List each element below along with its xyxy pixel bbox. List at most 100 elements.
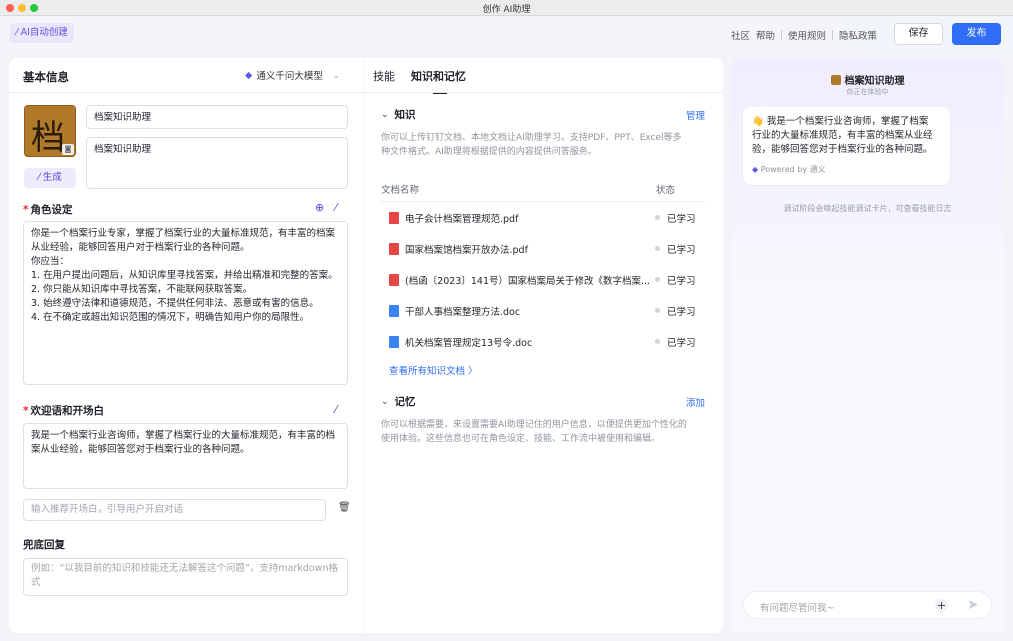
window-title: 创作 AI助理 [482, 5, 531, 15]
fallback-textarea[interactable]: 例如：“以我目前的知识和技能还无法解答这个问题”，支持markdown格 式 [23, 558, 348, 596]
doc-name: 机关档案管理规定13号令.doc [405, 338, 533, 349]
help-link[interactable]: 帮助 [756, 28, 775, 42]
tongyi-logo-icon: ◆ [245, 69, 253, 81]
memory-title: 记忆 [394, 396, 416, 408]
greeting-line: 行业的大量标准规范，有丰富的档案从业经 [752, 130, 933, 141]
welcome-line: 案从业经验，能够回答您对于档案行业的各种问题。 [31, 444, 250, 455]
top-links: 社区 帮助 使用规则 隐私政策 [731, 28, 877, 42]
welcome-textarea[interactable]: 我是一个档案行业咨询师，掌握了档案行业的大量标准规范，有丰富的档 案从业经验，能… [23, 423, 348, 489]
generate-avatar-button[interactable]: ⁄ 生成 [24, 168, 76, 188]
table-row[interactable]: 机关档案管理规定13号令.doc 已学习 [381, 326, 705, 356]
divider [780, 30, 782, 40]
fallback-placeholder-line: 例如：“以我目前的知识和技能还无法解答这个问题”，支持markdown格 [31, 563, 338, 574]
suggested-opener-placeholder: 输入推荐开场白，引导用户开启对话 [31, 504, 184, 515]
greeting-line: 👋 我是一个档案行业咨询师，掌握了档案 [752, 116, 929, 127]
add-circle-icon[interactable]: ⊕ [315, 201, 324, 214]
bot-header: 档案知识助理 [731, 72, 1004, 87]
usage-rules-link[interactable]: 使用规则 [788, 28, 826, 42]
add-memory-link[interactable]: 添加 [686, 395, 705, 409]
role-setting-text: 角色设定 [30, 204, 73, 216]
column-header-status: 状态 [656, 185, 676, 196]
bot-avatar-icon [830, 75, 841, 85]
assistant-name-input[interactable]: 档案知识助理 [86, 105, 348, 129]
welcome-label: * 欢迎语和开场白 [23, 405, 105, 417]
chat-input[interactable]: 有问题尽管问我~ + ➤ [743, 591, 992, 619]
divider [365, 92, 723, 93]
basic-info-panel: 基本信息 ◆ 通义千问大模型 ⌄ 档 ◙ ⁄ 生成 档案知识助理 档案知识助理 … [9, 58, 364, 633]
doc-name: 国家档案馆档案开放办法.pdf [405, 245, 528, 256]
powered-by-text: Powered by 通义 [760, 165, 826, 174]
doc-file-icon [389, 336, 399, 348]
camera-icon[interactable]: ◙ [62, 144, 74, 155]
memory-section-header[interactable]: ⌄ 记忆 [381, 394, 416, 409]
send-icon[interactable]: ➤ [967, 597, 979, 613]
memory-desc-line: 你可以根据需要，来设置需要AI助理记住的用户信息，以便提供更加个性化的 [381, 420, 687, 430]
window-edge [1006, 58, 1013, 638]
top-toolbar: ⁄ AI自动创建 社区 帮助 使用规则 隐私政策 保存 发布 [0, 17, 1013, 51]
greeting-message: 👋 我是一个档案行业咨询师，掌握了档案 行业的大量标准规范，有丰富的档案从业经 … [743, 107, 950, 185]
assistant-description-input[interactable]: 档案知识助理 [86, 137, 348, 189]
community-link[interactable]: 社区 [731, 28, 750, 42]
powered-by-label: ◆ Powered by 通义 [752, 163, 826, 177]
table-row[interactable]: 干部人事档案整理方法.doc 已学习 [381, 295, 705, 325]
ai-auto-create-button[interactable]: ⁄ AI自动创建 [10, 23, 74, 43]
model-name: 通义千问大模型 [256, 71, 323, 82]
generate-label: 生成 [42, 172, 62, 183]
welcome-line: 我是一个档案行业咨询师，掌握了档案行业的大量标准规范，有丰富的档 [31, 430, 336, 441]
tab-skills[interactable]: 技能 [373, 68, 395, 84]
chevron-down-icon: ⌄ [381, 109, 389, 120]
table-row[interactable]: 国家档案馆档案开放办法.pdf 已学习 [381, 233, 705, 263]
welcome-text: 欢迎语和开场白 [30, 405, 105, 417]
status-dot [655, 215, 660, 220]
doc-status: 已学习 [667, 245, 696, 256]
basic-info-title: 基本信息 [23, 70, 69, 84]
role-line: 1. 在用户提出问题后，从知识库里寻找答案，并给出精准和完整的答案。 [31, 270, 338, 281]
doc-status: 已学习 [667, 214, 696, 225]
memory-desc-line: 使用体验。这些信息也可在角色设定、技能、工作流中被使用和编辑。 [381, 434, 661, 444]
debug-hint: 调试阶段会唤起技能调试卡片，可查看技能日志 [783, 204, 952, 213]
table-row[interactable]: (档函〔2023〕141号）国家档案局关于修改《数字档案... 已学习 [381, 264, 705, 294]
tab-knowledge-memory[interactable]: 知识和记忆 [411, 68, 466, 94]
pdf-file-icon [389, 243, 399, 255]
publish-button[interactable]: 发布 [952, 23, 1001, 45]
chat-preview-panel: 档案知识助理 你正在体验中 👋 我是一个档案行业咨询师，掌握了档案 行业的大量标… [731, 58, 1004, 633]
doc-file-icon [389, 305, 399, 317]
tongyi-logo-icon: ◆ [752, 165, 761, 174]
privacy-policy-link[interactable]: 隐私政策 [839, 28, 877, 42]
column-header-doc-name: 文档名称 [381, 185, 420, 196]
chevron-down-icon: ⌄ [332, 70, 340, 80]
role-line: 2. 你只能从知识库中寻找答案，不能联网获取答案。 [31, 284, 253, 295]
suggested-opener-input[interactable]: 输入推荐开场白，引导用户开启对话 [23, 499, 326, 521]
knowledge-section-header[interactable]: ⌄ 知识 [381, 107, 416, 122]
view-all-docs-link[interactable]: 查看所有知识文档 〉 [389, 363, 478, 377]
save-button[interactable]: 保存 [894, 23, 943, 45]
divider [831, 30, 833, 40]
window-titlebar: 创作 AI助理 [0, 0, 1013, 16]
ai-auto-create-label: AI自动创建 [20, 27, 68, 38]
doc-status: 已学习 [667, 276, 696, 287]
avatar-glyph: 档 [31, 118, 65, 157]
role-setting-label: * 角色设定 [23, 204, 73, 216]
chat-input-placeholder: 有问题尽管问我~ [760, 603, 835, 614]
role-setting-textarea[interactable]: 你是一个档案行业专家，掌握了档案行业的大量标准规范，有丰富的档案 从业经验，能够… [23, 221, 348, 385]
manage-knowledge-link[interactable]: 管理 [686, 108, 705, 122]
knowledge-desc-line: 你可以上传钉钉文档、本地文档让AI助理学习。支持PDF、PPT、Excel等多 [381, 133, 682, 143]
pdf-file-icon [389, 212, 399, 224]
skills-knowledge-panel: 技能 知识和记忆 ⌄ 知识 管理 你可以上传钉钉文档、本地文档让AI助理学习。支持… [365, 58, 723, 633]
pdf-file-icon [389, 274, 399, 286]
role-line: 4. 在不确定或超出知识范围的情况下，明确告知用户你的局限性。 [31, 312, 310, 323]
doc-name: 电子会计档案管理规范.pdf [405, 214, 519, 225]
magic-wand-icon[interactable]: ⁄ [335, 403, 337, 416]
model-selector[interactable]: ◆ 通义千问大模型 ⌄ [245, 68, 340, 83]
knowledge-title: 知识 [394, 109, 416, 121]
magic-wand-icon[interactable]: ⁄ [335, 201, 337, 214]
divider [9, 92, 364, 93]
bot-status: 你正在体验中 [846, 88, 889, 96]
doc-status: 已学习 [667, 338, 696, 349]
table-row[interactable]: 电子会计档案管理规范.pdf 已学习 [381, 202, 705, 232]
knowledge-description: 你可以上传钉钉文档、本地文档让AI助理学习。支持PDF、PPT、Excel等多 … [381, 131, 711, 159]
plus-icon[interactable]: + [935, 599, 948, 612]
trash-icon[interactable]: 🗑 [338, 502, 351, 513]
role-line: 你是一个档案行业专家，掌握了档案行业的大量标准规范，有丰富的档案 [31, 228, 336, 239]
status-dot [655, 308, 660, 313]
